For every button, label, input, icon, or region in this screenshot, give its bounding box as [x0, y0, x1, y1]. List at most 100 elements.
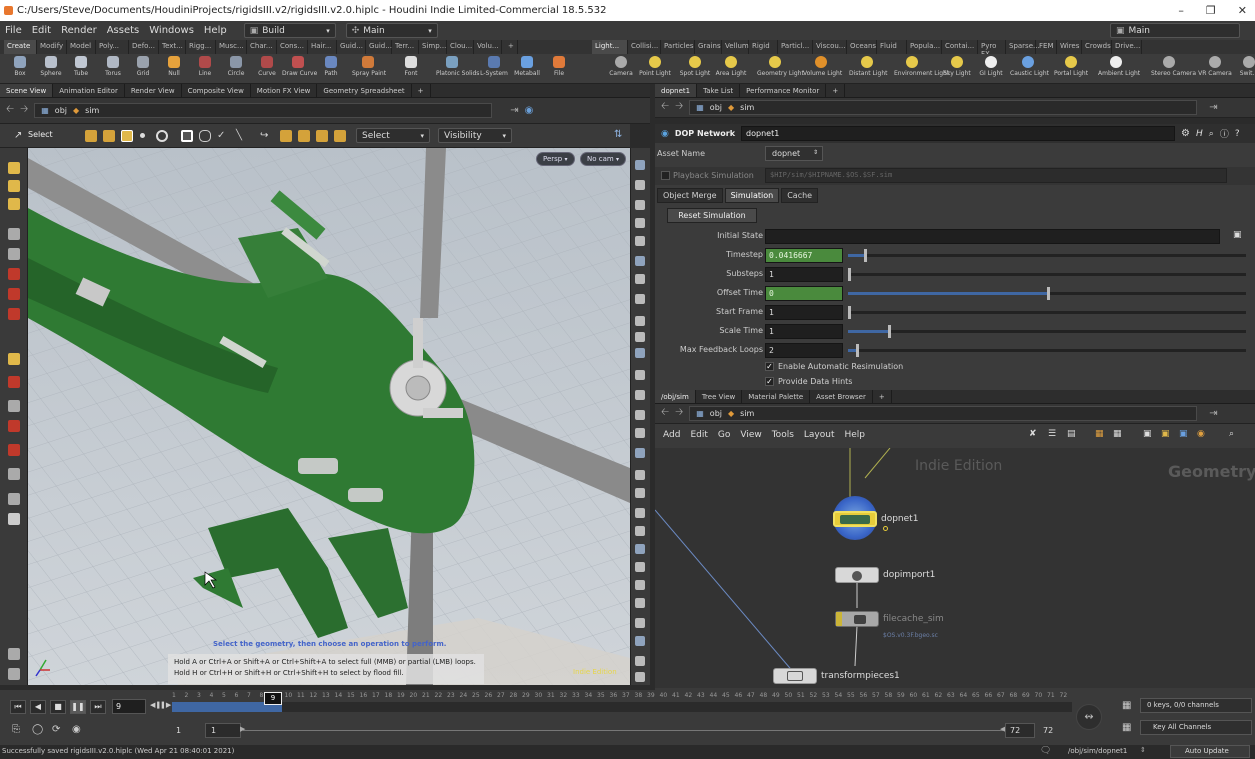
network-menu-item[interactable]: View	[740, 430, 761, 440]
path-bar[interactable]: ▦ obj ◆ sim	[34, 103, 493, 118]
add-tab-icon[interactable]: +	[826, 84, 846, 97]
viewport-tool-icon[interactable]	[8, 648, 20, 660]
minimize-icon[interactable]: –	[1178, 4, 1184, 17]
shelf-tab[interactable]: Grains	[695, 40, 722, 54]
wrench-icon[interactable]: ✘	[1029, 429, 1037, 439]
viewport-tool-icon[interactable]	[8, 353, 20, 365]
pin-icon[interactable]: ⇥	[1209, 102, 1217, 113]
start-frame-value[interactable]: 1	[176, 726, 181, 735]
add-tab-icon[interactable]: +	[873, 390, 892, 403]
node-dopnet1[interactable]	[833, 511, 877, 527]
shelf-tool[interactable]: Torus	[97, 55, 129, 83]
forward-icon[interactable]: 🡢	[675, 99, 683, 116]
display-option-icon[interactable]	[635, 370, 645, 380]
shelf-tab[interactable]: Viscou...	[813, 40, 847, 54]
add-shelf-icon[interactable]: +	[505, 40, 518, 54]
edge-selection-icon[interactable]	[156, 130, 168, 142]
range-slider[interactable]	[243, 730, 1003, 731]
parm-slider[interactable]	[848, 249, 1246, 262]
viewport-tool-icon[interactable]	[8, 162, 20, 174]
pin-icon[interactable]: ⇥	[1209, 408, 1217, 419]
gear-icon[interactable]: ⚙	[1181, 128, 1190, 139]
shelf-tab[interactable]: Pyro FX	[978, 40, 1006, 58]
display-option-icon[interactable]	[635, 316, 645, 326]
parm-field[interactable]: 1	[765, 267, 843, 282]
shelf-tab[interactable]: Poly...	[96, 40, 129, 54]
3d-viewport[interactable]: Persp ▾ No cam ▾ Select the geometry, th…	[28, 148, 630, 685]
parm-field[interactable]: 0	[765, 286, 843, 301]
shelf-tool[interactable]: Circle	[220, 55, 252, 83]
node-chooser-icon[interactable]: ▣	[1233, 230, 1242, 240]
pane-tab[interactable]: Geometry Spreadsheet	[317, 84, 412, 97]
viewport-tool-icon[interactable]	[8, 376, 20, 388]
geometry-selection-icon[interactable]	[85, 130, 97, 142]
info-icon[interactable]: ⓘ	[1220, 127, 1229, 140]
help-icon[interactable]: ?	[1235, 129, 1240, 139]
playback-checkbox[interactable]	[661, 171, 670, 180]
tab-cache[interactable]: Cache	[781, 188, 819, 203]
parm-slider[interactable]	[848, 325, 1246, 338]
lasso-select-icon[interactable]	[199, 130, 211, 142]
path-bar[interactable]: ▦ obj ◆ sim	[689, 406, 1198, 421]
back-icon[interactable]: 🡠	[6, 102, 14, 119]
shelf-tool[interactable]: GI Light	[973, 55, 1009, 83]
display-option-icon[interactable]	[635, 636, 645, 646]
display-option-icon[interactable]	[635, 274, 645, 284]
play-reverse-icon[interactable]: ◀	[30, 700, 46, 714]
shelf-tab[interactable]: Hair...	[308, 40, 337, 54]
viewport-tool-icon[interactable]	[8, 420, 20, 432]
slider-knob[interactable]	[863, 249, 867, 262]
toolbar-options-icon[interactable]: ⇅	[614, 129, 622, 140]
viewport-tool-icon[interactable]	[8, 468, 20, 480]
point-selection-icon[interactable]	[140, 133, 145, 138]
shelf-tool[interactable]: Swit...	[1231, 55, 1255, 83]
slider-knob[interactable]	[848, 268, 851, 281]
search-icon[interactable]: ⌕	[1229, 429, 1234, 439]
viewport-tool-icon[interactable]	[8, 248, 20, 260]
shelf-tool[interactable]: Curve	[251, 55, 283, 83]
desktop-dropdown[interactable]: ▣ Build ▾	[243, 23, 336, 38]
parm-slider[interactable]	[848, 287, 1246, 300]
realtime-toggle-icon[interactable]: ⎘	[12, 724, 20, 735]
shelf-tab[interactable]: Simp...	[419, 40, 447, 54]
menu-render[interactable]: Render	[56, 25, 102, 36]
network-menu-item[interactable]: Layout	[804, 430, 835, 440]
image-icon[interactable]: ▣	[1143, 429, 1152, 439]
pane-tab[interactable]: Tree View	[696, 390, 743, 403]
display-option-icon[interactable]	[635, 488, 645, 498]
display-option-icon[interactable]	[635, 200, 645, 210]
close-icon[interactable]: ✕	[1238, 4, 1247, 17]
viewport-tool-icon[interactable]	[8, 198, 20, 210]
tab-simulation[interactable]: Simulation	[724, 188, 780, 203]
shelf-tab[interactable]: Sparse...	[1006, 40, 1040, 54]
playback-path-field[interactable]: $HIP/sim/$HIPNAME.$OS.$SF.sim	[765, 168, 1227, 183]
shelf-tab[interactable]: Wires	[1057, 40, 1082, 54]
forward-icon[interactable]: 🡢	[20, 102, 28, 119]
shelf-tool[interactable]: Sphere	[35, 55, 67, 83]
shelf-tool[interactable]: L-System	[478, 55, 510, 83]
step-forward-icon[interactable]: ❚▶	[160, 701, 171, 709]
timeline-track[interactable]	[172, 702, 1072, 712]
menu-help[interactable]: Help	[199, 25, 232, 36]
shelf-tool[interactable]: Spray Paint	[352, 55, 386, 83]
back-icon[interactable]: 🡠	[661, 99, 669, 116]
tab-object-merge[interactable]: Object Merge	[657, 188, 723, 203]
parm-field[interactable]	[765, 229, 1220, 244]
parm-field[interactable]: 2	[765, 343, 843, 358]
shelf-tool[interactable]: Area Light	[713, 55, 749, 83]
menu-file[interactable]: File	[0, 25, 27, 36]
select-arrow-icon[interactable]: ↗	[14, 130, 22, 141]
range-start-field[interactable]: 1	[205, 723, 241, 738]
display-option-icon[interactable]	[635, 294, 645, 304]
shelf-tool[interactable]: Ambient Light	[1098, 55, 1140, 83]
shelf-tool[interactable]: Distant Light	[849, 55, 887, 83]
parm-field[interactable]: 1	[765, 305, 843, 320]
shelf-tool[interactable]: Sky Light	[939, 55, 975, 83]
shelf-tool[interactable]: VR Camera	[1197, 55, 1233, 83]
pane-tab[interactable]: /obj/sim	[655, 390, 696, 403]
shelf-tab[interactable]: Crowds	[1082, 40, 1112, 54]
network-menu-item[interactable]: Add	[663, 430, 680, 440]
keyframe-icon[interactable]: ▦	[1122, 722, 1131, 733]
shelf-tab[interactable]: Terr...	[392, 40, 419, 54]
layout-icon[interactable]: ▦	[1113, 429, 1122, 439]
